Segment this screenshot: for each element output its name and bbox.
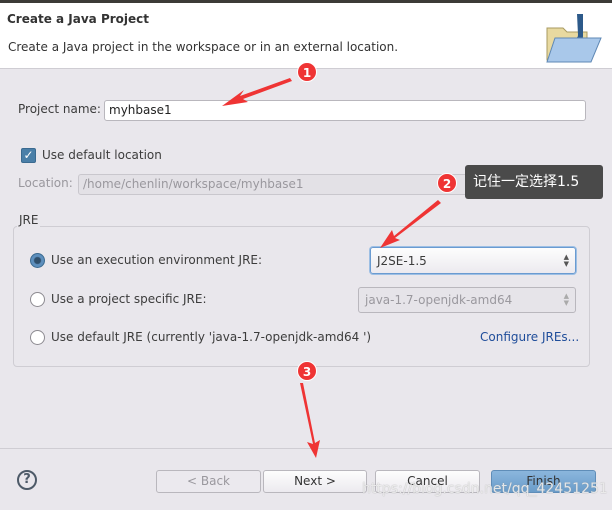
annotation-badge-2: 2 bbox=[437, 173, 457, 193]
arrow-2 bbox=[380, 200, 441, 248]
arrow-3 bbox=[300, 383, 320, 458]
annotation-badge-1: 1 bbox=[297, 62, 317, 82]
watermark: https://blog.csdn.net/qq_42451251 bbox=[362, 481, 608, 497]
arrow-1 bbox=[222, 78, 292, 106]
annotation-tooltip: 记住一定选择1.5 bbox=[465, 165, 603, 199]
annotation-badge-3: 3 bbox=[297, 361, 317, 381]
